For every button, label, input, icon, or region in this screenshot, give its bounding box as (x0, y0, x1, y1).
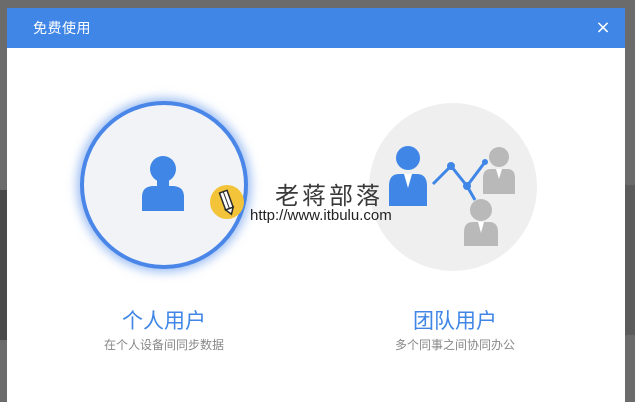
pencil-icon (210, 185, 244, 219)
personal-user-description: 在个人设备间同步数据 (103, 338, 224, 352)
watermark-url: http://www.itbulu.com (250, 207, 392, 224)
team-user-title[interactable]: 团队用户 (355, 305, 555, 335)
personal-user-title[interactable]: 个人用户 (64, 305, 264, 335)
dialog-titlebar: 免费使用 × (7, 8, 625, 48)
dialog-title: 免费使用 (33, 21, 91, 37)
team-network-icon (389, 146, 515, 246)
backdrop-right (625, 185, 635, 335)
close-button[interactable]: × (593, 18, 613, 38)
watermark-name: 老蒋部落 (275, 182, 383, 210)
team-user-description: 多个同事之间协同办公 (394, 338, 515, 352)
free-use-dialog: 免费使用 × 个人用户 在个人设备间同步数据 团队用户 多个同事之间协同办公 老… (7, 8, 625, 402)
person-icon (142, 156, 184, 211)
